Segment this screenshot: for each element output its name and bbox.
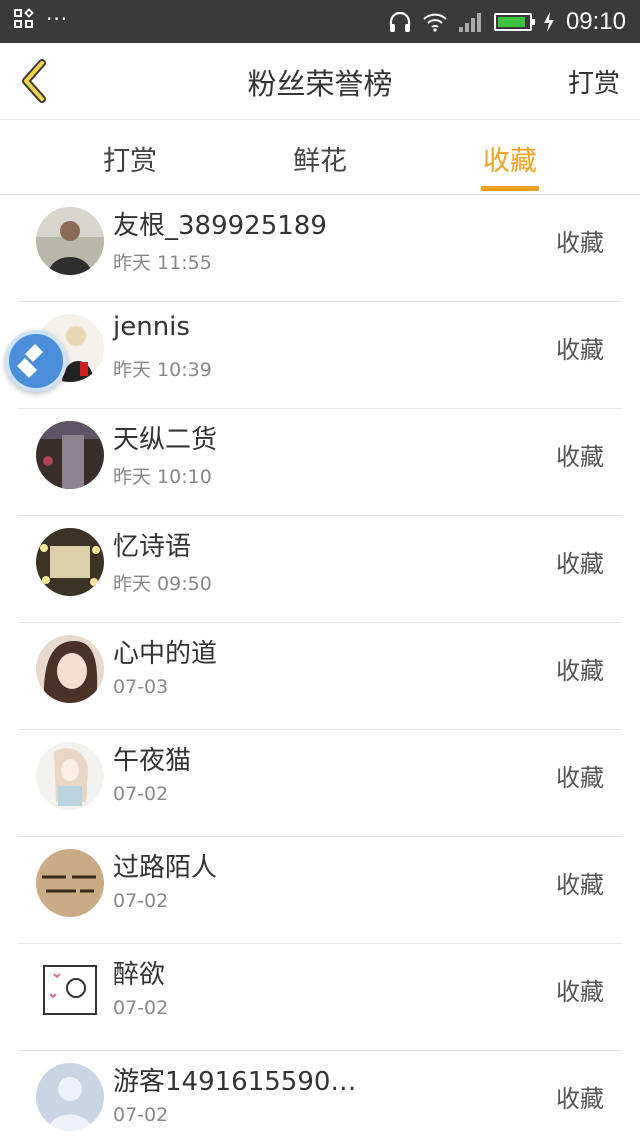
- avatar: [36, 421, 104, 489]
- avatar: [36, 207, 104, 275]
- time-text: 07-02: [113, 997, 169, 1019]
- broom-icon: [17, 344, 43, 378]
- avatar: [36, 528, 104, 596]
- tab-favorites[interactable]: 收藏: [440, 121, 580, 195]
- favorite-tag: 收藏: [556, 229, 604, 257]
- active-tab-indicator: [481, 186, 539, 191]
- user-name: 过路陌人: [113, 853, 218, 883]
- favorite-tag: 收藏: [556, 443, 604, 471]
- list-item[interactable]: 友根_389925189 昨天 11:55 收藏: [0, 195, 640, 302]
- charging-icon: [543, 12, 554, 32]
- notification-dots: ···: [46, 7, 69, 31]
- time-text: 07-02: [113, 890, 169, 912]
- time-text: 昨天 10:39: [113, 359, 212, 381]
- list-item[interactable]: jennis 昨天 10:39 收藏: [0, 302, 640, 409]
- header: 粉丝荣誉榜 打赏: [0, 43, 640, 120]
- favorite-tag: 收藏: [556, 764, 604, 792]
- user-name: 天纵二货: [113, 425, 218, 455]
- avatar: [36, 956, 104, 1024]
- tab-bar: 打赏 鲜花 收藏: [0, 121, 640, 195]
- list-item[interactable]: 心中的道 07-03 收藏: [0, 623, 640, 730]
- user-name: jennis: [113, 312, 190, 342]
- user-name: 友根_389925189: [113, 211, 327, 241]
- grid-icon: [14, 8, 34, 29]
- list-item[interactable]: 醉欲 07-02 收藏: [0, 944, 640, 1051]
- fan-list: 友根_389925189 昨天 11:55 收藏 jennis 昨天 10:39…: [0, 195, 640, 1138]
- tab-label: 鲜花: [293, 146, 347, 177]
- avatar: [36, 1063, 104, 1131]
- list-item[interactable]: 午夜猫 07-02 收藏: [0, 730, 640, 837]
- status-bar: ··· 09:10: [0, 0, 640, 43]
- user-name: 忆诗语: [113, 532, 192, 562]
- avatar: [36, 742, 104, 810]
- favorite-tag: 收藏: [556, 657, 604, 685]
- time-text: 昨天 10:10: [113, 466, 212, 488]
- user-name: 心中的道: [113, 639, 218, 669]
- list-item[interactable]: 过路陌人 07-02 收藏: [0, 837, 640, 944]
- time-text: 昨天 11:55: [113, 252, 212, 274]
- avatar: [36, 849, 104, 917]
- favorite-tag: 收藏: [556, 550, 604, 578]
- reward-button[interactable]: 打赏: [568, 63, 620, 100]
- status-time: 09:10: [565, 8, 626, 35]
- user-name: 游客1491615590…: [113, 1067, 357, 1097]
- signal-icon: [458, 13, 481, 32]
- list-item[interactable]: 天纵二货 昨天 10:10 收藏: [0, 409, 640, 516]
- list-item[interactable]: 忆诗语 昨天 09:50 收藏: [0, 516, 640, 623]
- tab-flowers[interactable]: 鲜花: [250, 121, 390, 195]
- favorite-tag: 收藏: [556, 978, 604, 1006]
- time-text: 07-03: [113, 676, 169, 698]
- wifi-icon: [423, 13, 447, 32]
- battery-icon: [493, 13, 535, 31]
- tab-label: 打赏: [103, 146, 157, 177]
- headphones-icon: [389, 11, 411, 32]
- time-text: 昨天 09:50: [113, 573, 212, 595]
- favorite-tag: 收藏: [556, 1085, 604, 1113]
- list-item[interactable]: 游客1491615590… 07-02 收藏: [0, 1051, 640, 1138]
- user-name: 醉欲: [113, 960, 166, 990]
- user-name: 午夜猫: [113, 746, 192, 776]
- favorite-tag: 收藏: [556, 336, 604, 364]
- tab-reward[interactable]: 打赏: [60, 121, 200, 195]
- favorite-tag: 收藏: [556, 871, 604, 899]
- time-text: 07-02: [113, 1104, 169, 1126]
- time-text: 07-02: [113, 783, 169, 805]
- floating-cleaner-button[interactable]: [5, 330, 67, 392]
- tab-label: 收藏: [483, 146, 537, 177]
- page-title: 粉丝荣誉榜: [247, 67, 393, 101]
- avatar: [36, 635, 104, 703]
